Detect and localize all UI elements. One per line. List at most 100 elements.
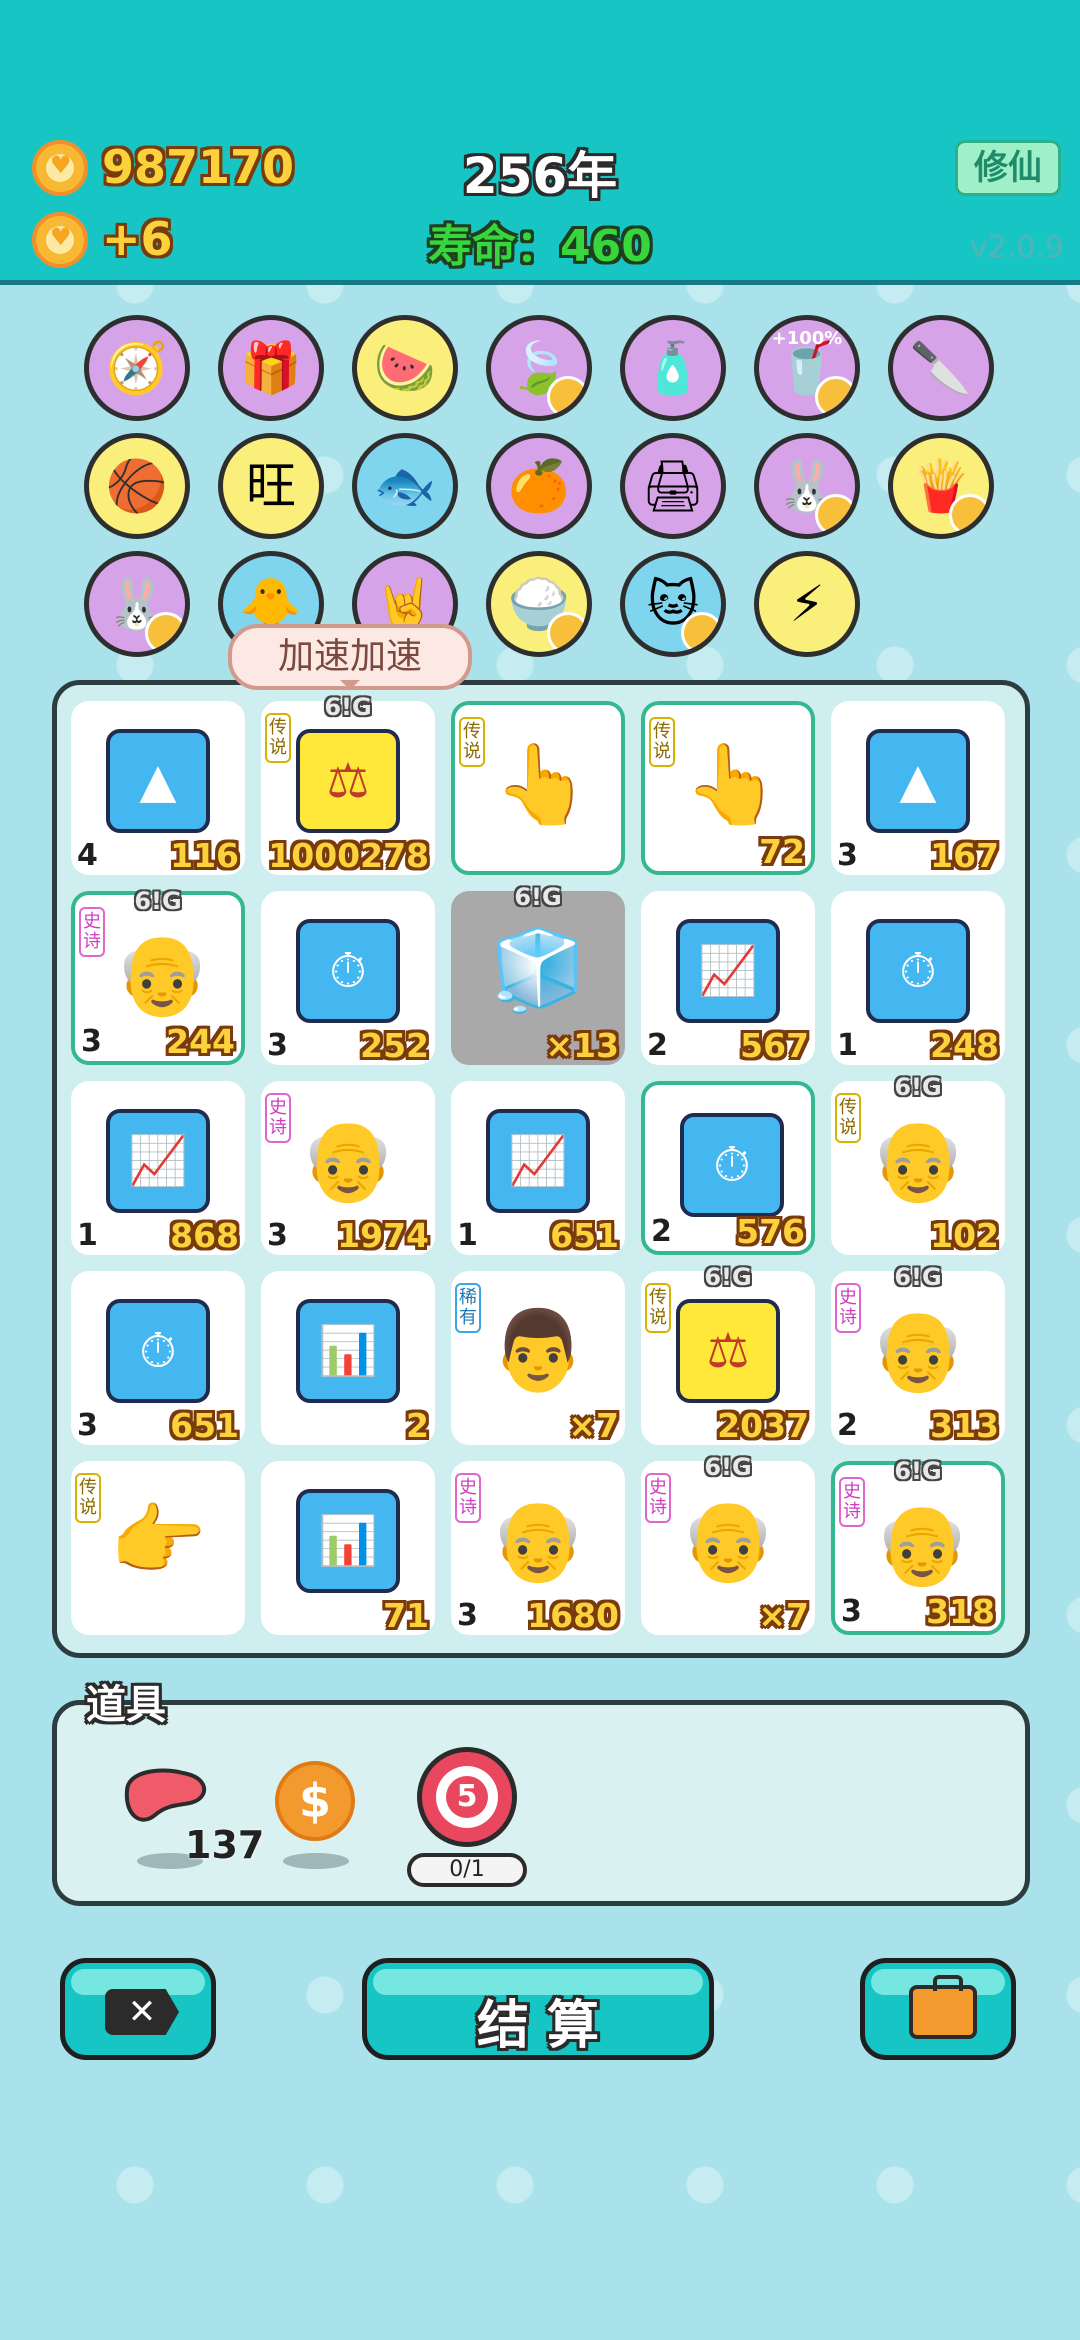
board-cell[interactable]: 👆 传说 xyxy=(451,701,625,875)
cell-level: 3 xyxy=(841,1594,862,1629)
board-cell[interactable]: 👴 史诗 6!G 2 313 xyxy=(831,1263,1005,1445)
briefcase-button[interactable] xyxy=(860,1958,1016,2060)
fridge-icon: 🧊 xyxy=(489,926,587,1016)
board-cell[interactable]: 👆 传说 72 xyxy=(641,701,815,875)
board-cell[interactable]: ⏱ 3 651 xyxy=(71,1271,245,1445)
year-counter: 256年 xyxy=(462,147,618,205)
cell-level: 2 xyxy=(647,1028,668,1063)
board-cell[interactable]: 👴 史诗 6!G 3 244 xyxy=(71,887,245,1065)
briefcase-icon xyxy=(909,1975,977,2039)
board-cell[interactable]: 📊 2 xyxy=(261,1271,435,1445)
item-leaf[interactable]: 🍃 xyxy=(486,315,592,421)
coin-boost-item[interactable]: $ xyxy=(275,1761,355,1841)
cell-count: 1000278 xyxy=(268,836,429,875)
item-basketballs[interactable]: 🏀 xyxy=(84,433,190,539)
item-rice-bowl[interactable]: 🍚 xyxy=(486,551,592,657)
trend-line-icon: 📈 xyxy=(676,919,780,1023)
bald-man-glasses-icon: 👴 xyxy=(869,1116,967,1206)
cell-level: 1 xyxy=(837,1028,858,1063)
cell-count: 248 xyxy=(930,1026,999,1065)
heart-badge-icon xyxy=(815,376,855,416)
xiuxian-button[interactable]: 修仙 xyxy=(955,140,1061,196)
sixg-badge: 6!G xyxy=(894,1457,942,1485)
cell-count: 651 xyxy=(550,1216,619,1255)
board-cell[interactable]: 📈 1 868 xyxy=(71,1081,245,1255)
item-eyepatch-fruit[interactable]: 🍊 xyxy=(486,433,592,539)
board-cell[interactable]: 👨 稀有 ×7 xyxy=(451,1271,625,1445)
scale-icon: ⚖ xyxy=(676,1299,780,1403)
cell-count: 567 xyxy=(740,1026,809,1065)
sixg-badge: 6!G xyxy=(894,1263,942,1291)
bar-chart-icon: 📊 xyxy=(296,1489,400,1593)
liver-item[interactable] xyxy=(121,1763,211,1829)
board-cell[interactable]: 👴 史诗 3 1680 xyxy=(451,1461,625,1635)
board-cell[interactable]: ▲ 4 116 xyxy=(71,701,245,875)
pump-bottle-icon: 🧴 xyxy=(641,339,705,397)
gold-bars-icon: ▲ xyxy=(106,729,210,833)
board-cell[interactable]: 👴 史诗 6!G 3 318 xyxy=(831,1457,1005,1635)
item-printer[interactable]: 🖨 xyxy=(620,433,726,539)
board-cell[interactable]: ⚖ 传说 6!G 2037 xyxy=(641,1263,815,1445)
board-cell[interactable]: ⚖ 传说 6!G 1000278 xyxy=(261,693,435,875)
wang-characters-icon: 旺 xyxy=(246,457,296,515)
board-cell[interactable]: ⏱ 3 252 xyxy=(261,891,435,1065)
settle-button[interactable]: 结 算 xyxy=(362,1958,714,2060)
item-cleaver[interactable]: 🔪 xyxy=(888,315,994,421)
item-cat[interactable]: 🐱 xyxy=(620,551,726,657)
item-fruit-bowl[interactable]: 🍉 xyxy=(352,315,458,421)
item-fish-bowl[interactable]: 🐟 xyxy=(352,433,458,539)
cell-level: 3 xyxy=(457,1598,478,1633)
quit-button[interactable]: ✕ xyxy=(60,1958,216,2060)
rarity-tag: 传说 xyxy=(459,717,485,767)
item-bonus-label: +100% xyxy=(771,328,843,349)
cell-count: 1974 xyxy=(337,1216,429,1255)
stopwatch-icon: ⏱ xyxy=(296,919,400,1023)
board-cell[interactable]: ⏱ 2 576 xyxy=(641,1081,815,1255)
top-bar: 987170 +6 256年 寿命：460 修仙 xyxy=(0,0,1080,285)
board-cell[interactable]: 🧊 6!G ×13 xyxy=(451,883,625,1065)
board-cell[interactable]: ⏱ 1 248 xyxy=(831,891,1005,1065)
cell-level: 4 xyxy=(77,838,98,873)
item-cup-noodle[interactable]: 🥤 +100% xyxy=(754,315,860,421)
board-cell[interactable]: 📊 71 xyxy=(261,1461,435,1635)
heart-badge-icon xyxy=(547,612,587,652)
bar-chart-icon: 📊 xyxy=(296,1299,400,1403)
target-number: 5 xyxy=(446,1776,488,1818)
rarity-tag: 稀有 xyxy=(455,1283,481,1333)
item-wang-characters[interactable]: 旺 xyxy=(218,433,324,539)
trend-line-icon: 📈 xyxy=(486,1109,590,1213)
item-lightning[interactable]: ⚡ xyxy=(754,551,860,657)
pointing-hand-icon: 👆 xyxy=(493,740,591,830)
board-cell[interactable]: 👴 传说 6!G 102 xyxy=(831,1073,1005,1255)
eyepatch-fruit-icon: 🍊 xyxy=(507,457,571,515)
cell-level: 2 xyxy=(837,1408,858,1443)
target-item[interactable]: 5 xyxy=(417,1747,517,1847)
board-cell[interactable]: 👴 史诗 3 1974 xyxy=(261,1081,435,1255)
item-bunny[interactable]: 🐰 xyxy=(754,433,860,539)
basketballs-icon: 🏀 xyxy=(105,457,169,515)
cell-count: 72 xyxy=(759,832,805,871)
liver-count: 137 xyxy=(185,1823,265,1867)
cell-count: 116 xyxy=(170,836,239,875)
fish-bowl-icon: 🐟 xyxy=(373,457,437,515)
cell-count: 167 xyxy=(930,836,999,875)
target-progress: 0/1 xyxy=(407,1853,527,1887)
board-cell[interactable]: 📈 2 567 xyxy=(641,891,815,1065)
item-compass[interactable]: 🧭 xyxy=(84,315,190,421)
board-cell[interactable]: 📈 1 651 xyxy=(451,1081,625,1255)
cell-count: 576 xyxy=(736,1212,805,1251)
item-pink-box[interactable]: 🎁 xyxy=(218,315,324,421)
board-cell[interactable]: 👴 史诗 6!G ×7 xyxy=(641,1453,815,1635)
board-cell[interactable]: ▲ 3 167 xyxy=(831,701,1005,875)
board-cell[interactable]: 👉 传说 xyxy=(71,1461,245,1635)
cell-count: 313 xyxy=(930,1406,999,1445)
cell-count: 1680 xyxy=(527,1596,619,1635)
pointing-hand-side-icon: 👉 xyxy=(109,1496,207,1586)
item-pump-bottle[interactable]: 🧴 xyxy=(620,315,726,421)
item-bunny-2[interactable]: 🐰 xyxy=(84,551,190,657)
old-man-icon: 👴 xyxy=(489,1496,587,1586)
item-fries[interactable]: 🍟 xyxy=(888,433,994,539)
coin-boost-shadow xyxy=(283,1853,349,1869)
cell-count: 651 xyxy=(170,1406,239,1445)
cell-level: 2 xyxy=(651,1214,672,1249)
